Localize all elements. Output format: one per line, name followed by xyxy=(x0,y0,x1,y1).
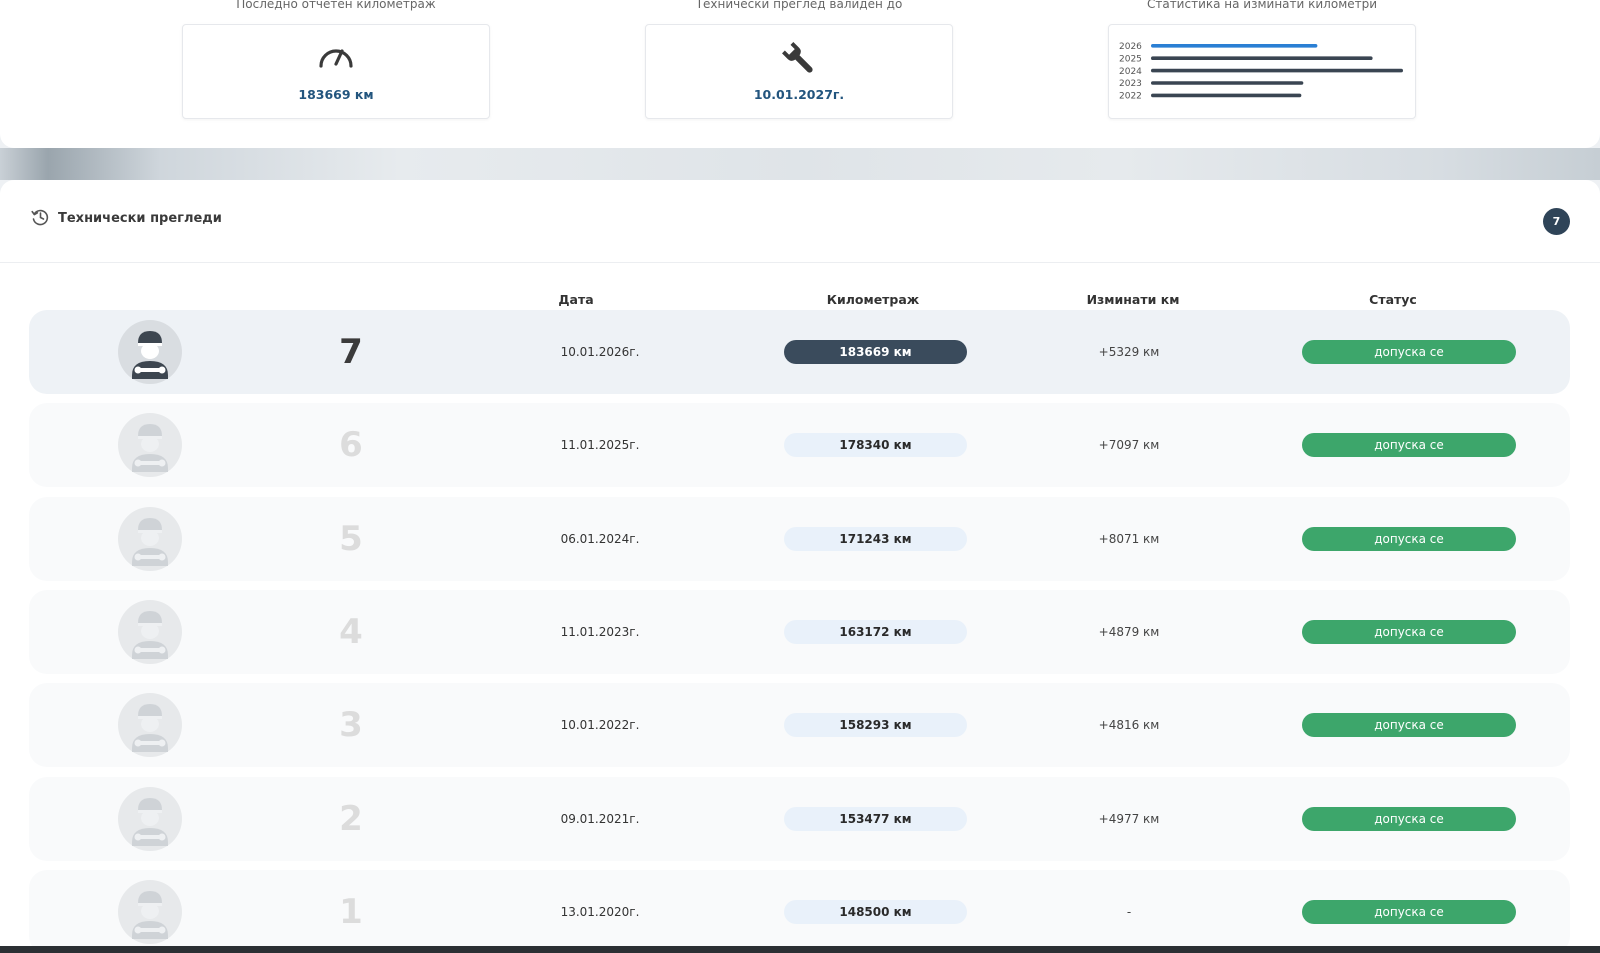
mileage-badge: 183669 км xyxy=(784,340,967,364)
inspection-date: 09.01.2021г. xyxy=(560,812,640,826)
status-badge: допуска се xyxy=(1302,807,1516,831)
status-badge: допуска се xyxy=(1302,620,1516,644)
mechanic-avatar-icon xyxy=(118,880,182,944)
km-difference: +8071 км xyxy=(1098,532,1160,546)
table-row[interactable]: 4 11.01.2023г. 163172 км +4879 км допуск… xyxy=(29,590,1570,674)
mileage-badge: 178340 км xyxy=(784,433,967,457)
status-badge: допуска се xyxy=(1302,340,1516,364)
background-divider xyxy=(0,148,1600,180)
inspection-number: 5 xyxy=(339,519,363,559)
km-chart-year-label: 2022 xyxy=(1119,92,1142,102)
km-chart-year-label: 2025 xyxy=(1119,54,1142,64)
table-row[interactable]: 2 09.01.2021г. 153477 км +4977 км допуск… xyxy=(29,777,1570,861)
summary-panel: Последно отчетен километраж 183669 км Те… xyxy=(0,0,1600,148)
inspection-number: 2 xyxy=(339,799,363,839)
km-chart-bar[interactable] xyxy=(1151,44,1318,48)
inspection-date: 13.01.2020г. xyxy=(560,905,640,919)
km-chart-bar[interactable] xyxy=(1151,81,1304,85)
history-icon xyxy=(31,209,49,226)
panel-title: Технически прегледи xyxy=(58,211,222,226)
status-badge: допуска се xyxy=(1302,433,1516,457)
count-badge: 7 xyxy=(1543,208,1570,235)
km-chart-bar[interactable] xyxy=(1151,68,1403,73)
inspection-number: 3 xyxy=(339,705,363,745)
mechanic-avatar-icon xyxy=(118,787,182,851)
inspections-panel: Технически прегледи 7 Дата Километраж Из… xyxy=(0,180,1600,953)
mileage-badge: 148500 км xyxy=(784,900,967,924)
km-difference: +7097 км xyxy=(1098,438,1160,452)
status-badge: допуска се xyxy=(1302,900,1516,924)
table-row[interactable]: 1 13.01.2020г. 148500 км - допуска се xyxy=(29,870,1570,953)
table-row[interactable]: 6 11.01.2025г. 178340 км +7097 км допуск… xyxy=(29,403,1570,487)
mileage-badge: 153477 км xyxy=(784,807,967,831)
status-badge: допуска се xyxy=(1302,713,1516,737)
km-stats-card[interactable]: 2026 2025 2024 2023 2022 xyxy=(1108,24,1416,119)
km-difference: +4816 км xyxy=(1098,718,1160,732)
km-stats-title: Статистика на изминати километри xyxy=(1146,0,1378,11)
inspection-card[interactable]: 10.01.2027г. xyxy=(645,24,953,119)
km-difference: +5329 км xyxy=(1098,345,1160,359)
inspection-date: 10.01.2026г. xyxy=(560,345,640,359)
km-chart-bar[interactable] xyxy=(1151,56,1373,60)
mileage-stat-title: Последно отчетен километраж xyxy=(236,0,436,11)
table-row[interactable]: 5 06.01.2024г. 171243 км +8071 км допуск… xyxy=(29,497,1570,581)
table-row[interactable]: 3 10.01.2022г. 158293 км +4816 км допуск… xyxy=(29,683,1570,767)
window-bottom-edge xyxy=(0,946,1600,953)
wrench-icon xyxy=(782,42,813,73)
inspection-number: 4 xyxy=(339,612,363,652)
inspection-value: 10.01.2027г. xyxy=(753,87,845,102)
column-header-delta[interactable]: Изминати км xyxy=(1087,292,1180,307)
column-header-mileage[interactable]: Километраж xyxy=(827,292,919,307)
mileage-stat: Последно отчетен километраж 183669 км xyxy=(182,0,490,119)
inspection-date: 11.01.2023г. xyxy=(560,625,640,639)
mileage-value: 183669 км xyxy=(298,87,374,102)
mileage-card[interactable]: 183669 км xyxy=(182,24,490,119)
inspection-number: 6 xyxy=(339,425,363,465)
inspection-stat-title: Технически преглед валиден до xyxy=(695,0,903,11)
km-difference: - xyxy=(1126,905,1132,919)
mechanic-avatar-icon xyxy=(118,413,182,477)
km-chart-year-label: 2023 xyxy=(1119,79,1142,89)
table-row[interactable]: 7 10.01.2026г. 183669 км +5329 км допуск… xyxy=(29,310,1570,394)
km-difference: +4977 км xyxy=(1098,812,1160,826)
inspection-date: 11.01.2025г. xyxy=(560,438,640,452)
mechanic-avatar-icon xyxy=(118,507,182,571)
inspection-stat: Технически преглед валиден до 10.01.2027… xyxy=(645,0,953,119)
mechanic-avatar-icon xyxy=(118,693,182,757)
inspection-number: 7 xyxy=(339,332,363,372)
mileage-badge: 158293 км xyxy=(784,713,967,737)
km-chart-bar[interactable] xyxy=(1151,93,1302,98)
mechanic-avatar-icon xyxy=(118,600,182,664)
km-difference: +4879 км xyxy=(1098,625,1160,639)
km-stats-chart: 2026 2025 2024 2023 2022 xyxy=(1119,42,1403,102)
inspection-date: 06.01.2024г. xyxy=(560,532,640,546)
speedometer-icon xyxy=(319,49,353,68)
km-chart-year-label: 2024 xyxy=(1119,67,1142,77)
inspection-number: 1 xyxy=(339,892,363,932)
column-header-status[interactable]: Статус xyxy=(1369,292,1417,307)
mechanic-avatar-icon xyxy=(118,320,182,384)
mileage-badge: 163172 км xyxy=(784,620,967,644)
column-header-date[interactable]: Дата xyxy=(558,292,593,307)
status-badge: допуска се xyxy=(1302,527,1516,551)
panel-header: Технически прегледи 7 xyxy=(0,180,1600,263)
mileage-badge: 171243 км xyxy=(784,527,967,551)
inspection-date: 10.01.2022г. xyxy=(560,718,640,732)
km-chart-year-label: 2026 xyxy=(1119,42,1142,52)
km-stats-stat: Статистика на изминати километри 2026 202… xyxy=(1108,0,1416,119)
